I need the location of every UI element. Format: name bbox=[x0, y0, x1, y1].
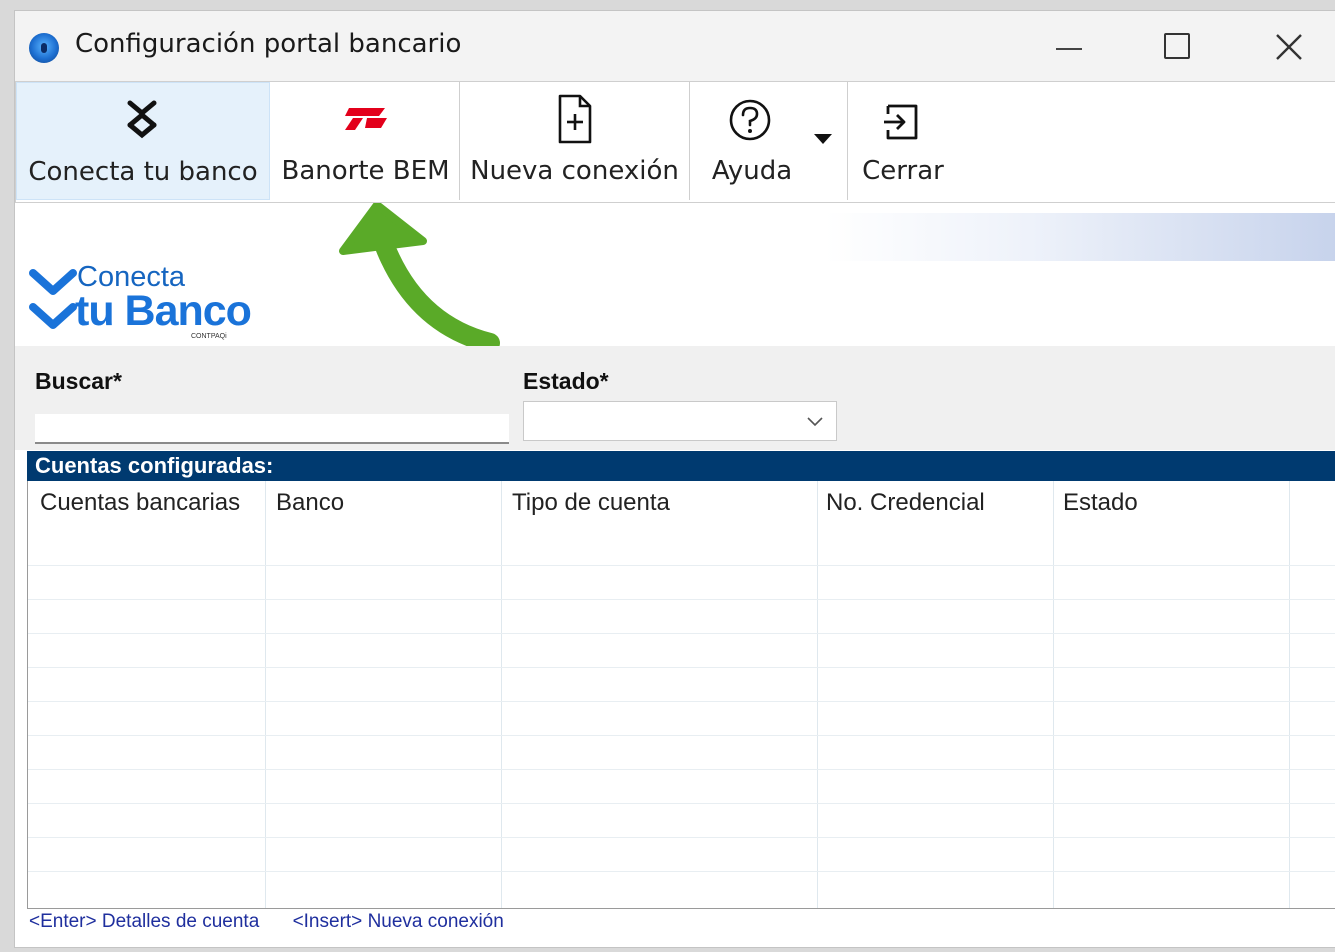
table-row[interactable] bbox=[28, 531, 1335, 565]
estado-label: Estado* bbox=[523, 368, 609, 394]
shortcut-key: <Enter> bbox=[29, 911, 97, 932]
close-button[interactable] bbox=[1259, 21, 1319, 71]
accounts-table[interactable]: Cuentas bancarias Banco Tipo de cuenta N… bbox=[27, 481, 1335, 909]
table-row[interactable] bbox=[28, 667, 1335, 701]
table-row[interactable] bbox=[28, 837, 1335, 871]
shortcut-label: Nueva conexión bbox=[367, 911, 504, 932]
table-row[interactable] bbox=[28, 735, 1335, 769]
toolbar-label: Cerrar bbox=[862, 156, 944, 186]
annotation-arrow bbox=[339, 203, 500, 346]
toolbar-label: Conecta tu banco bbox=[28, 157, 258, 187]
new-document-icon bbox=[558, 94, 591, 144]
table-row[interactable] bbox=[28, 599, 1335, 633]
banner-stripe bbox=[825, 213, 1335, 261]
table-row[interactable] bbox=[28, 769, 1335, 803]
minimize-button[interactable] bbox=[1039, 21, 1099, 71]
main-window: Configuración portal bancario Conecta tu… bbox=[14, 10, 1335, 948]
logo-tubanco-text: tu Banco bbox=[75, 287, 252, 335]
grid-title: Cuentas configuradas: bbox=[27, 451, 1335, 481]
toolbar-conecta-tu-banco-button[interactable]: Conecta tu banco bbox=[16, 82, 270, 200]
conecta-tu-banco-logo-icon bbox=[29, 269, 77, 329]
toolbar-label: Nueva conexión bbox=[470, 156, 679, 186]
help-icon bbox=[729, 99, 771, 141]
title-bar: Configuración portal bancario bbox=[15, 11, 1335, 81]
banner: Conecta tu Banco CONTPAQi bbox=[15, 203, 1335, 346]
table-row[interactable] bbox=[28, 565, 1335, 599]
chevron-down-icon bbox=[807, 417, 823, 427]
table-row[interactable] bbox=[28, 701, 1335, 735]
search-input[interactable] bbox=[35, 414, 509, 444]
shortcut-label: Detalles de cuenta bbox=[101, 911, 260, 932]
column-header-estado[interactable]: Estado bbox=[1063, 489, 1138, 517]
logo-contpaqi-text: CONTPAQi bbox=[191, 333, 227, 340]
status-bar: <Enter> Detalles de cuenta <Insert> Nuev… bbox=[29, 911, 532, 933]
chevron-down-icon[interactable] bbox=[814, 134, 832, 144]
toolbar-nueva-conexion-button[interactable]: Nueva conexión bbox=[460, 82, 690, 200]
toolbar-ayuda-button[interactable]: Ayuda bbox=[690, 82, 848, 200]
column-header-banco[interactable]: Banco bbox=[276, 489, 344, 517]
column-header-cuentas-bancarias[interactable]: Cuentas bancarias bbox=[40, 489, 240, 517]
close-icon bbox=[1276, 34, 1302, 60]
table-row[interactable] bbox=[28, 803, 1335, 837]
buscar-label: Buscar* bbox=[35, 368, 122, 394]
toolbar-banorte-bem-button[interactable]: Banorte BEM bbox=[272, 82, 460, 200]
toolbar: Conecta tu banco Banorte BEM Nueva conex… bbox=[15, 81, 1335, 203]
toolbar-label: Ayuda bbox=[711, 156, 793, 186]
window-title: Configuración portal bancario bbox=[75, 29, 462, 59]
toolbar-label: Banorte BEM bbox=[281, 156, 450, 186]
shortcut-key: <Insert> bbox=[292, 911, 363, 932]
toolbar-cerrar-button[interactable]: Cerrar bbox=[848, 82, 958, 200]
filter-panel: Buscar* Estado* bbox=[15, 346, 1335, 450]
column-header-no-credencial[interactable]: No. Credencial bbox=[826, 489, 985, 517]
table-row[interactable] bbox=[28, 871, 1335, 905]
app-icon bbox=[29, 33, 59, 63]
estado-select[interactable] bbox=[523, 401, 837, 441]
table-row[interactable] bbox=[28, 633, 1335, 667]
maximize-button[interactable] bbox=[1149, 21, 1209, 71]
exit-icon bbox=[884, 104, 918, 140]
banorte-icon bbox=[344, 108, 387, 130]
column-header-tipo-de-cuenta[interactable]: Tipo de cuenta bbox=[512, 489, 670, 517]
conecta-icon bbox=[127, 100, 157, 139]
